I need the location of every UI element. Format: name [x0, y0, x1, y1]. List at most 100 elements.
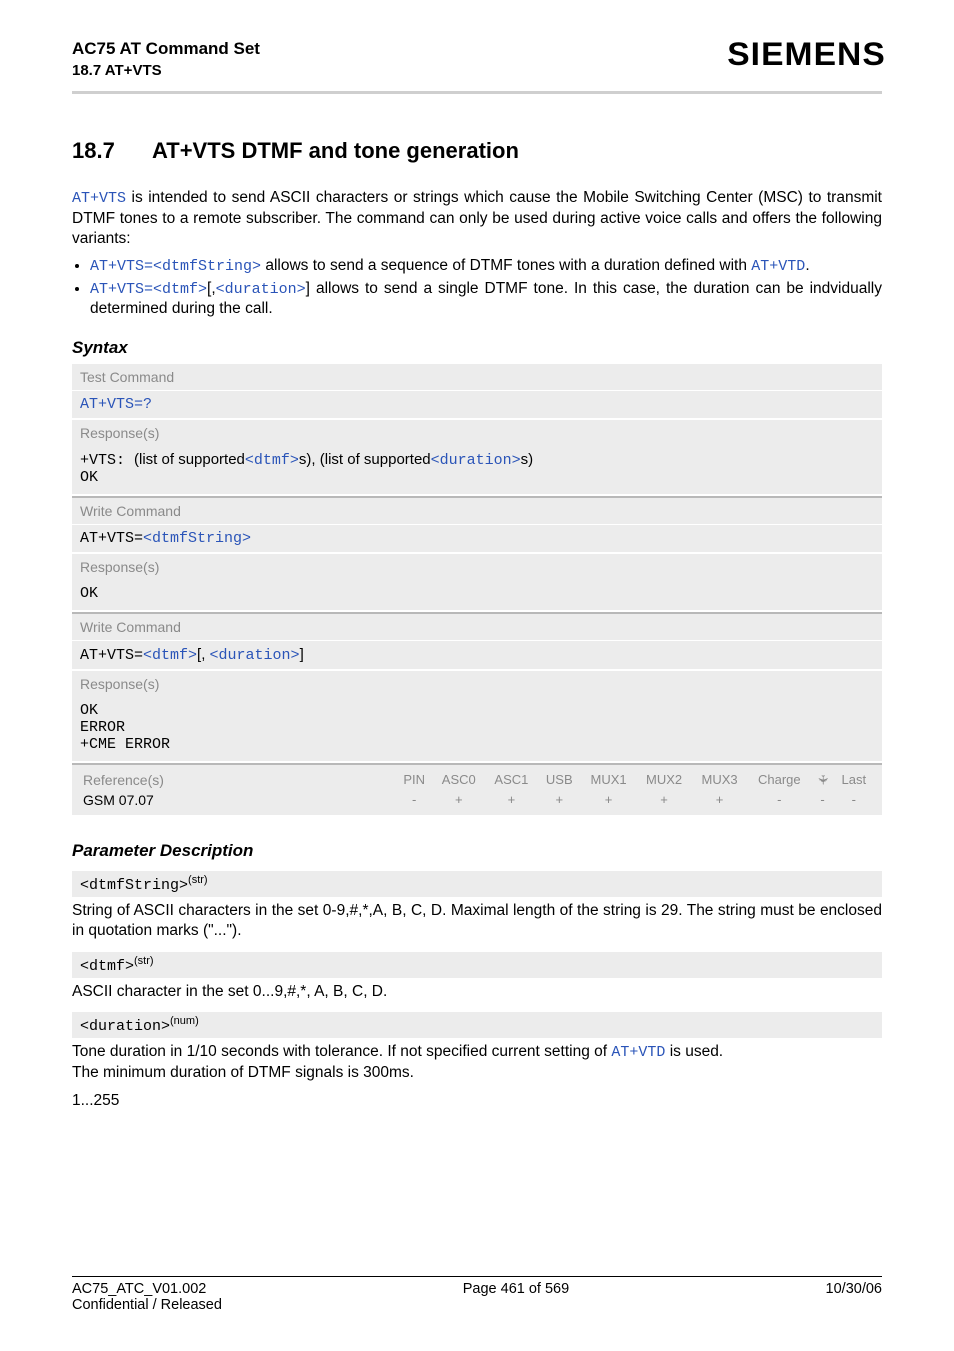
w1-ok: OK — [80, 585, 98, 602]
p2-name: <dtmf> — [80, 958, 134, 975]
w2-r2: ERROR — [80, 719, 125, 736]
footer-rule — [72, 1276, 882, 1277]
v-mux1: + — [581, 790, 636, 810]
doc-subtitle: 18.7 AT+VTS — [72, 62, 162, 79]
w2-b: <duration> — [210, 647, 300, 664]
p3-b: is used. — [665, 1043, 723, 1060]
brand-logo: SIEMENS — [727, 36, 886, 73]
w2-mid: [, — [197, 646, 210, 663]
label-test-command: Test Command — [72, 364, 882, 390]
label-response-2: Response(s) — [72, 554, 882, 580]
test-response: +VTS: (list of supported<dtmf>s), (list … — [72, 446, 882, 494]
footer-left1: AC75_ATC_V01.002 — [72, 1281, 206, 1297]
param-heading: Parameter Description — [72, 841, 882, 861]
p3-name: <duration> — [80, 1018, 170, 1035]
variant-list: AT+VTS=<dtmfString> allows to send a seq… — [72, 256, 882, 320]
header-rule — [72, 91, 882, 94]
v-asc0: + — [432, 790, 485, 810]
tr-dtmf: <dtmf> — [245, 452, 299, 469]
w2-r1: OK — [80, 702, 98, 719]
write-command-2: AT+VTS=<dtmf>[, <duration>] — [72, 641, 882, 669]
v-asc1: + — [485, 790, 538, 810]
p2-desc: ASCII character in the set 0...9,#,*, A,… — [72, 982, 882, 1002]
v1-cmd-pre: AT+VTS= — [90, 258, 153, 275]
page-footer: AC75_ATC_V01.002 Page 461 of 569 10/30/0… — [72, 1276, 882, 1313]
p3-type: (num) — [170, 1015, 199, 1027]
p1-type: (str) — [188, 874, 208, 886]
header-left: AC75 AT Command Set 18.7 AT+VTS — [72, 38, 260, 81]
tr-tail: s) — [521, 451, 534, 468]
w1-pre: AT+VTS= — [80, 530, 143, 547]
param-duration-name: <duration>(num) — [72, 1012, 882, 1038]
p2-type: (str) — [134, 955, 154, 967]
col-plane: ✈ — [811, 770, 833, 790]
tr-ok: OK — [80, 469, 98, 486]
syntax-heading: Syntax — [72, 338, 882, 358]
v2-cmd-pre: AT+VTS= — [90, 281, 153, 298]
v2-mid: [, — [207, 280, 216, 297]
write-1-response: OK — [72, 580, 882, 610]
footer-right: 10/30/06 — [826, 1281, 882, 1297]
v-last: - — [834, 790, 874, 810]
w2-r3: +CME ERROR — [80, 736, 170, 753]
col-mux1: MUX1 — [581, 770, 636, 790]
doc-title: AC75 AT Command Set — [72, 39, 260, 58]
param-dtmfstring-name: <dtmfString>(str) — [72, 871, 882, 897]
cmd-atvts: AT+VTS — [72, 190, 126, 207]
tr-mid2: s), (list of supported — [299, 451, 431, 468]
w1-arg: <dtmfString> — [143, 530, 251, 547]
write-command-1: AT+VTS=<dtmfString> — [72, 525, 882, 552]
v1-arg: <dtmfString> — [153, 258, 261, 275]
section-number: 18.7 — [72, 138, 152, 164]
variant-2: AT+VTS=<dtmf>[,<duration>] allows to sen… — [90, 279, 882, 320]
label-write-command-1: Write Command — [72, 496, 882, 524]
test-command: AT+VTS=? — [72, 391, 882, 418]
p3-line2: The minimum duration of DTMF signals is … — [72, 1064, 414, 1081]
tr-pre: +VTS: — [80, 452, 134, 469]
p1-desc: String of ASCII characters in the set 0-… — [72, 901, 882, 942]
intro-text: is intended to send ASCII characters or … — [72, 189, 882, 247]
col-asc1: ASC1 — [485, 770, 538, 790]
col-mux3: MUX3 — [692, 770, 747, 790]
col-last: Last — [834, 770, 874, 790]
syntax-block: Test Command AT+VTS=? Response(s) +VTS: … — [72, 364, 882, 815]
p3-desc-line1: Tone duration in 1/10 seconds with toler… — [72, 1042, 882, 1083]
label-response-1: Response(s) — [72, 420, 882, 446]
w2-tail: ] — [300, 646, 304, 663]
footer-center: Page 461 of 569 — [463, 1281, 569, 1297]
label-write-command-2: Write Command — [72, 612, 882, 640]
write-2-response: OK ERROR +CME ERROR — [72, 697, 882, 761]
col-charge: Charge — [747, 770, 811, 790]
ref-row-label: GSM 07.07 — [80, 790, 396, 810]
plane-icon: ✈ — [814, 774, 830, 785]
intro-paragraph: AT+VTS is intended to send ASCII charact… — [72, 188, 882, 250]
v2-arg2: <duration> — [216, 281, 306, 298]
v1-cmd-post: AT+VTD — [751, 258, 805, 275]
ref-label: Reference(s) — [80, 770, 396, 790]
label-response-3: Response(s) — [72, 671, 882, 697]
col-usb: USB — [538, 770, 581, 790]
variant-1: AT+VTS=<dtmfString> allows to send a seq… — [90, 256, 882, 277]
v1-text: allows to send a sequence of DTMF tones … — [261, 257, 751, 274]
col-pin: PIN — [396, 770, 432, 790]
v-charge: - — [747, 790, 811, 810]
v-mux3: + — [692, 790, 747, 810]
section-heading: 18.7AT+VTS DTMF and tone generation — [72, 138, 882, 164]
p3-a: Tone duration in 1/10 seconds with toler… — [72, 1043, 611, 1060]
page-header: AC75 AT Command Set 18.7 AT+VTS SIEMENS — [72, 38, 882, 81]
col-mux2: MUX2 — [636, 770, 691, 790]
v1-tail: . — [805, 257, 809, 274]
w2-a: <dtmf> — [143, 647, 197, 664]
p3-range: 1...255 — [72, 1091, 882, 1111]
tr-dur: <duration> — [431, 452, 521, 469]
section-title: AT+VTS DTMF and tone generation — [152, 138, 519, 163]
v2-arg1: <dtmf> — [153, 281, 207, 298]
col-asc0: ASC0 — [432, 770, 485, 790]
footer-left2: Confidential / Released — [72, 1297, 222, 1313]
tr-mid1: (list of supported — [134, 451, 245, 468]
v-pin: - — [396, 790, 432, 810]
v-mux2: + — [636, 790, 691, 810]
v-usb: + — [538, 790, 581, 810]
p1-name: <dtmfString> — [80, 877, 188, 894]
reference-row: Reference(s) PIN ASC0 ASC1 USB MUX1 MUX2… — [72, 763, 882, 815]
